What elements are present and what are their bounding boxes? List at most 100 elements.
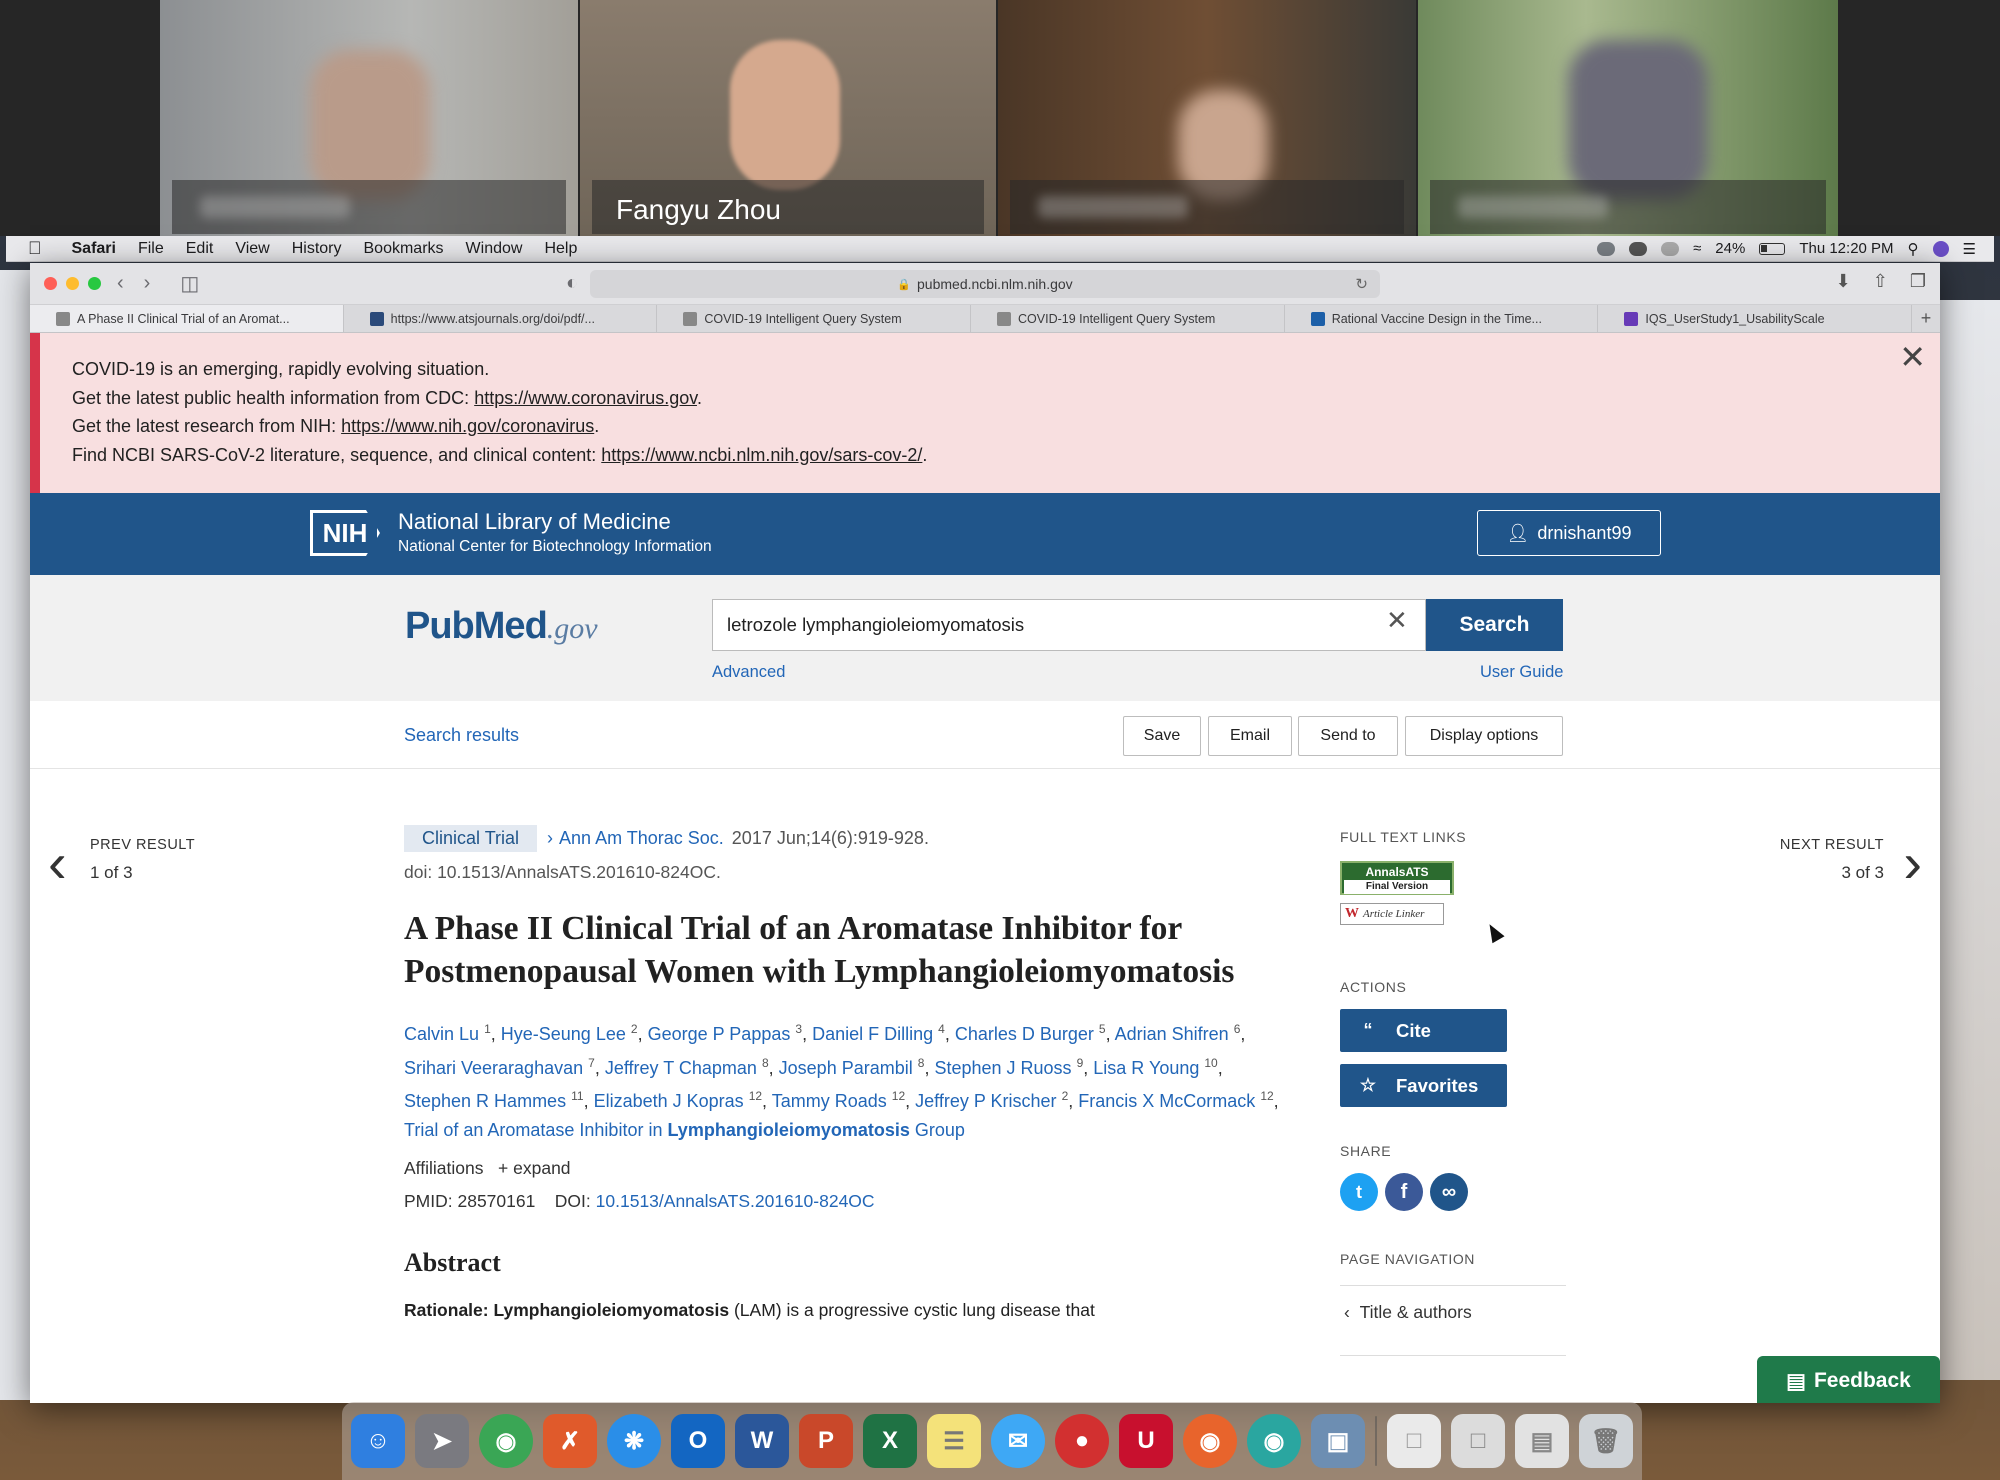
safari-icon[interactable]: ❋: [607, 1414, 661, 1468]
advanced-search-link[interactable]: Advanced: [712, 663, 785, 682]
tab-iqs-2[interactable]: COVID-19 Intelligent Query System: [971, 305, 1285, 332]
privacy-report-icon[interactable]: ◐: [566, 272, 578, 295]
menu-file[interactable]: File: [138, 240, 164, 258]
tab-pubmed-article[interactable]: A Phase II Clinical Trial of an Aromat..…: [30, 305, 344, 332]
author-link[interactable]: Hye-Seung Lee: [501, 1024, 626, 1044]
word-icon[interactable]: W: [735, 1414, 789, 1468]
affiliation-number[interactable]: 11: [571, 1089, 583, 1103]
xquartz-icon[interactable]: ✗: [543, 1414, 597, 1468]
app-globe-icon[interactable]: ◉: [1247, 1414, 1301, 1468]
affiliation-number[interactable]: 1: [484, 1022, 491, 1036]
search-results-link[interactable]: Search results: [404, 725, 519, 746]
save-button[interactable]: Save: [1123, 716, 1201, 756]
cdc-link[interactable]: https://www.coronavirus.gov: [474, 388, 697, 408]
clear-search-icon[interactable]: ✕: [1386, 605, 1408, 636]
stack-icon[interactable]: ▤: [1515, 1414, 1569, 1468]
menu-app[interactable]: Safari: [72, 240, 116, 258]
facebook-icon[interactable]: f: [1385, 1173, 1423, 1211]
author-link[interactable]: Calvin Lu: [404, 1024, 479, 1044]
page-nav-title-authors[interactable]: ‹ Title & authors: [1340, 1286, 1566, 1337]
author-link[interactable]: George P Pappas: [648, 1024, 791, 1044]
group-author-suffix[interactable]: Group: [915, 1120, 965, 1140]
permalink-icon[interactable]: ∞: [1430, 1173, 1468, 1211]
siri-icon[interactable]: [1932, 240, 1949, 257]
chevron-left-icon[interactable]: ‹: [48, 835, 67, 891]
powerpoint-icon[interactable]: P: [799, 1414, 853, 1468]
affiliation-number[interactable]: 10: [1204, 1056, 1217, 1070]
tab-ats-journals[interactable]: https://www.atsjournals.org/doi/pdf/...: [344, 305, 658, 332]
feedback-button[interactable]: ▤ Feedback: [1757, 1356, 1940, 1403]
spotlight-icon[interactable]: ⚲: [1908, 240, 1919, 258]
back-icon[interactable]: ‹: [117, 272, 124, 295]
menu-window[interactable]: Window: [466, 240, 523, 258]
video-tile[interactable]: [998, 0, 1416, 236]
cite-button[interactable]: “Cite: [1340, 1009, 1507, 1052]
author-link[interactable]: Elizabeth J Kopras: [594, 1091, 744, 1111]
folder-icon[interactable]: □: [1451, 1414, 1505, 1468]
outlook-icon[interactable]: O: [671, 1414, 725, 1468]
author-link[interactable]: Jeffrey T Chapman: [605, 1058, 757, 1078]
affiliation-number[interactable]: 4: [938, 1022, 945, 1036]
excel-icon[interactable]: X: [863, 1414, 917, 1468]
new-tab-button[interactable]: +: [1912, 305, 1940, 332]
author-link[interactable]: Srihari Veeraraghavan: [404, 1058, 583, 1078]
annals-ats-link[interactable]: AnnalsATS Final Version: [1340, 861, 1454, 895]
minimize-window-button[interactable]: [66, 277, 79, 290]
apple-icon[interactable]: : [28, 238, 42, 259]
video-tile[interactable]: Fangyu Zhou: [580, 0, 996, 236]
video-tile[interactable]: [1418, 0, 1838, 236]
menu-edit[interactable]: Edit: [186, 240, 214, 258]
firefox-icon[interactable]: ◉: [1183, 1414, 1237, 1468]
affiliation-number[interactable]: 8: [762, 1056, 769, 1070]
author-link[interactable]: Adrian Shifren: [1115, 1024, 1229, 1044]
chevron-right-icon[interactable]: ›: [1903, 835, 1922, 891]
author-link[interactable]: Stephen R Hammes: [404, 1091, 566, 1111]
reload-icon[interactable]: ↻: [1355, 275, 1368, 293]
publication-type-badge[interactable]: Clinical Trial: [404, 825, 538, 852]
user-guide-link[interactable]: User Guide: [1480, 663, 1563, 682]
close-window-button[interactable]: [44, 277, 57, 290]
search-button[interactable]: Search: [1426, 599, 1563, 651]
menu-history[interactable]: History: [292, 240, 342, 258]
affiliation-number[interactable]: 7: [588, 1056, 595, 1070]
pubmed-logo[interactable]: PubMed.gov: [405, 605, 598, 648]
globe-icon[interactable]: [1597, 241, 1616, 256]
affiliation-number[interactable]: 12: [1260, 1089, 1273, 1103]
menu-bookmarks[interactable]: Bookmarks: [364, 240, 444, 258]
download-icon[interactable]: ⬇: [1836, 271, 1851, 292]
nih-logo[interactable]: NIH: [310, 510, 380, 556]
next-result-nav[interactable]: NEXT RESULT 3 of 3 ›: [1772, 835, 1922, 897]
document-icon[interactable]: □: [1387, 1414, 1441, 1468]
notes-icon[interactable]: ☰: [927, 1414, 981, 1468]
cloud-icon[interactable]: [1629, 241, 1648, 256]
affiliation-number[interactable]: 12: [749, 1089, 762, 1103]
address-bar[interactable]: 🔒 pubmed.ncbi.nlm.nih.gov ↻: [590, 270, 1380, 298]
favorites-button[interactable]: ☆ Favorites: [1340, 1064, 1507, 1107]
twitter-icon[interactable]: t: [1340, 1173, 1378, 1211]
article-linker-link[interactable]: W Article Linker: [1340, 903, 1444, 925]
prev-result-nav[interactable]: ‹ PREV RESULT 1 of 3: [48, 835, 195, 891]
search-input[interactable]: letrozole lymphangioleiomyomatosis: [712, 599, 1426, 651]
chrome-icon[interactable]: ◉: [479, 1414, 533, 1468]
share-icon[interactable]: ⇧: [1873, 271, 1888, 292]
tabs-overview-icon[interactable]: ❐: [1910, 271, 1926, 292]
tab-vaccine-design[interactable]: Rational Vaccine Design in the Time...: [1285, 305, 1599, 332]
sidebar-icon[interactable]: ◫: [180, 271, 199, 296]
wifi-icon[interactable]: ≈: [1693, 240, 1701, 257]
author-link[interactable]: Stephen J Ruoss: [934, 1058, 1071, 1078]
expand-affiliations-button[interactable]: + expand: [498, 1158, 571, 1178]
author-link[interactable]: Francis X McCormack: [1078, 1091, 1255, 1111]
affiliation-number[interactable]: 2: [631, 1022, 638, 1036]
author-link[interactable]: Charles D Burger: [955, 1024, 1094, 1044]
ncbi-link[interactable]: https://www.ncbi.nlm.nih.gov/sars-cov-2/: [601, 445, 922, 465]
affiliation-number[interactable]: 12: [892, 1089, 905, 1103]
group-author-link[interactable]: Trial of an Aromatase Inhibitor in: [404, 1120, 662, 1140]
user-account-button[interactable]: 👤︎ drnishant99: [1477, 510, 1661, 556]
battery-icon[interactable]: [1759, 242, 1786, 255]
send-to-button[interactable]: Send to: [1298, 716, 1398, 756]
preview-icon[interactable]: ▣: [1311, 1414, 1365, 1468]
moon-icon[interactable]: [1661, 241, 1680, 256]
forward-icon[interactable]: ›: [144, 272, 151, 295]
messages-icon[interactable]: ✉: [991, 1414, 1045, 1468]
author-link[interactable]: Lisa R Young: [1093, 1058, 1199, 1078]
